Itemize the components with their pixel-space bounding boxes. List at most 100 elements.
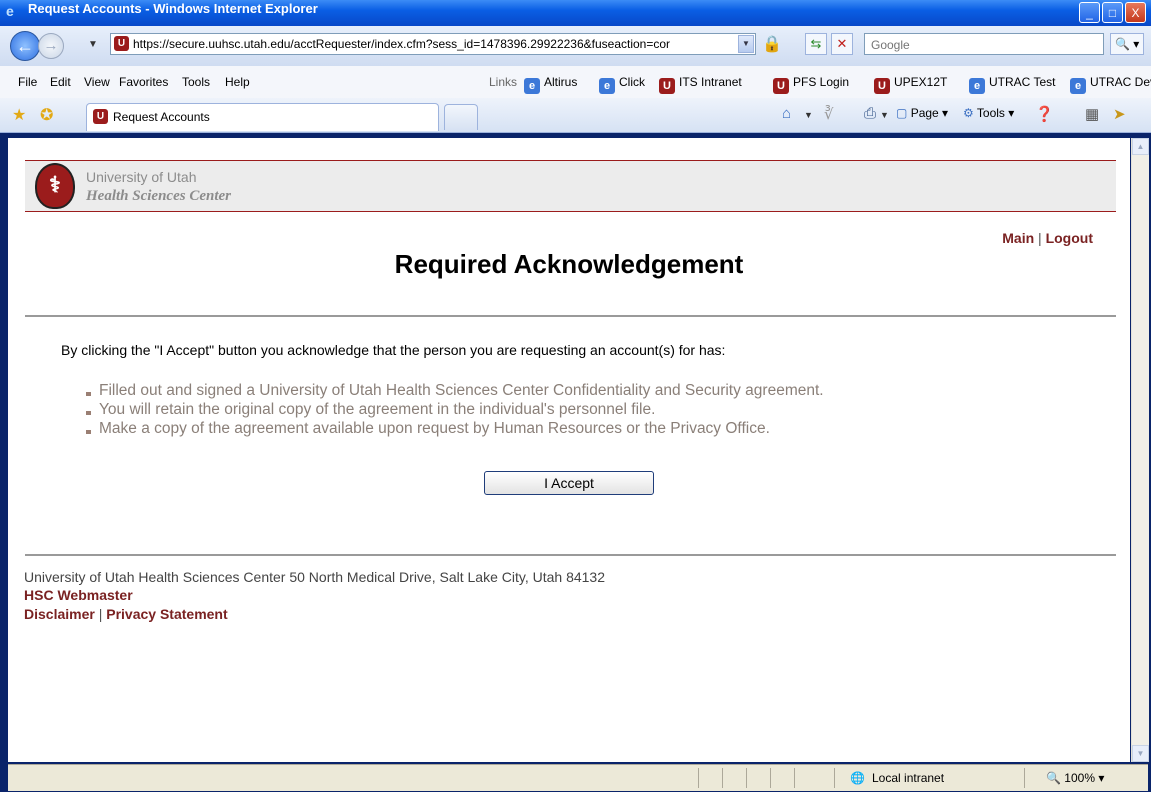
list-item: Make a copy of the agreement available u… bbox=[86, 419, 824, 438]
page-menu[interactable]: ▢ Page ▾ bbox=[896, 106, 948, 120]
search-input[interactable] bbox=[869, 37, 1098, 53]
utah-shield-icon: U bbox=[874, 78, 890, 94]
scroll-up-icon[interactable]: ▲ bbox=[1132, 138, 1149, 155]
address-url[interactable]: https://secure.uuhsc.utah.edu/acctReques… bbox=[133, 37, 737, 51]
feeds-icon[interactable]: ∛ bbox=[824, 105, 834, 123]
intranet-globe-icon: 🌐 bbox=[850, 771, 865, 785]
status-cell bbox=[794, 768, 834, 788]
divider bbox=[25, 315, 1116, 317]
list-item: Filled out and signed a University of Ut… bbox=[86, 381, 824, 400]
tools-menu[interactable]: ⚙ Tools ▾ bbox=[963, 106, 1014, 120]
stop-button[interactable]: ✕ bbox=[831, 33, 853, 55]
menu-tools[interactable]: Tools bbox=[182, 75, 210, 89]
status-cell bbox=[698, 768, 722, 788]
footer-links: Disclaimer | Privacy Statement bbox=[24, 606, 228, 622]
tab-label: Request Accounts bbox=[113, 110, 210, 124]
home-icon[interactable]: ⌂ bbox=[782, 105, 791, 122]
new-tab-button[interactable] bbox=[444, 104, 478, 130]
header-hsc: Health Sciences Center bbox=[86, 188, 231, 204]
nav-separator: | bbox=[1038, 230, 1042, 246]
menu-help[interactable]: Help bbox=[225, 75, 250, 89]
page-icon: ▢ bbox=[896, 106, 908, 120]
link-pfs-login[interactable]: U PFS Login bbox=[773, 75, 849, 94]
forward-button[interactable]: → bbox=[38, 33, 64, 59]
hsc-webmaster-link[interactable]: HSC Webmaster bbox=[24, 587, 133, 603]
ie-page-icon: e bbox=[524, 78, 540, 94]
privacy-statement-link[interactable]: Privacy Statement bbox=[106, 606, 227, 622]
search-button[interactable]: 🔍 ▾ bbox=[1110, 33, 1144, 55]
gear-icon: ⚙ bbox=[963, 106, 974, 120]
link-click[interactable]: e Click bbox=[599, 75, 645, 94]
status-cell bbox=[770, 768, 794, 788]
home-dropdown-icon[interactable]: ▼ bbox=[804, 110, 813, 120]
maximize-button[interactable]: □ bbox=[1102, 2, 1123, 23]
vertical-scrollbar[interactable]: ▲ ▼ bbox=[1131, 138, 1149, 762]
security-zone: Local intranet bbox=[872, 771, 945, 785]
address-dropdown-icon[interactable]: ▼ bbox=[738, 35, 754, 53]
link-altirus[interactable]: e Altirus bbox=[524, 75, 577, 94]
zoom-icon: 🔍 bbox=[1046, 771, 1061, 785]
zoom-level[interactable]: 🔍 100% ▾ bbox=[1046, 771, 1104, 785]
link-utrac-test[interactable]: e UTRAC Test bbox=[969, 75, 1055, 94]
favorites-star-icon[interactable]: ★ bbox=[12, 105, 26, 125]
ie-page-icon: e bbox=[1070, 78, 1086, 94]
page-title: Required Acknowledgement bbox=[394, 249, 744, 279]
link-utrac-dev[interactable]: e UTRAC Dev bbox=[1070, 75, 1151, 94]
utah-shield-icon: U bbox=[659, 78, 675, 94]
ie-logo-icon: e bbox=[6, 3, 14, 19]
history-dropdown-icon[interactable]: ▼ bbox=[88, 39, 98, 50]
refresh-button[interactable]: ⇆ bbox=[805, 33, 827, 55]
links-label: Links bbox=[489, 75, 518, 89]
disclaimer-link[interactable]: Disclaimer bbox=[24, 606, 95, 622]
search-box[interactable] bbox=[864, 33, 1104, 55]
university-seal-icon: ⚕ bbox=[35, 163, 75, 209]
site-header: ⚕ University of Utah Health Sciences Cen… bbox=[25, 160, 1116, 212]
footer-separator: | bbox=[98, 606, 103, 622]
print-icon[interactable]: ⎙ bbox=[864, 105, 876, 122]
add-favorites-icon[interactable]: ✪ bbox=[40, 105, 53, 125]
intro-text: By clicking the "I Accept" button you ac… bbox=[61, 342, 726, 358]
lock-icon[interactable]: 🔒 bbox=[762, 34, 784, 54]
divider bbox=[25, 554, 1116, 556]
help-icon[interactable]: ❓ bbox=[1035, 105, 1054, 123]
window-title: Request Accounts - Windows Internet Expl… bbox=[28, 1, 318, 16]
menu-edit[interactable]: Edit bbox=[50, 75, 71, 89]
footer-address: University of Utah Health Sciences Cente… bbox=[24, 569, 606, 585]
link-upex12t[interactable]: U UPEX12T bbox=[874, 75, 947, 94]
web-page: ⚕ University of Utah Health Sciences Cen… bbox=[8, 138, 1130, 762]
print-dropdown-icon[interactable]: ▼ bbox=[880, 110, 889, 120]
status-cell bbox=[722, 768, 746, 788]
address-toolbar: ← → ▼ U https://secure.uuhsc.utah.edu/ac… bbox=[0, 26, 1151, 66]
menu-and-links-bar: File Edit View Favorites Tools Help Link… bbox=[0, 66, 1151, 99]
menu-view[interactable]: View bbox=[84, 75, 110, 89]
search-icon: 🔍 bbox=[1115, 37, 1130, 51]
site-favicon-icon: U bbox=[93, 109, 108, 124]
close-button[interactable]: X bbox=[1125, 2, 1146, 23]
site-favicon-icon: U bbox=[114, 36, 129, 51]
status-cell bbox=[746, 768, 770, 788]
messenger-icon[interactable]: ➤ bbox=[1113, 105, 1126, 123]
title-bar: e Request Accounts - Windows Internet Ex… bbox=[0, 0, 1151, 26]
main-link[interactable]: Main bbox=[1002, 230, 1034, 246]
acknowledgement-list: Filled out and signed a University of Ut… bbox=[86, 381, 824, 438]
utah-shield-icon: U bbox=[773, 78, 789, 94]
link-its-intranet[interactable]: U ITS Intranet bbox=[659, 75, 742, 94]
tab-and-command-bar: ★ ✪ U Request Accounts ⌂ ▼ ∛ ⎙ ▼ ▢ Page … bbox=[0, 98, 1151, 133]
scroll-down-icon[interactable]: ▼ bbox=[1132, 745, 1149, 762]
menu-favorites[interactable]: Favorites bbox=[119, 75, 168, 89]
top-nav: Main | Logout bbox=[1002, 230, 1093, 246]
status-bar: 🌐 Local intranet 🔍 100% ▾ bbox=[8, 764, 1148, 791]
back-button[interactable]: ← bbox=[10, 31, 40, 61]
ie-page-icon: e bbox=[969, 78, 985, 94]
tab-request-accounts[interactable]: U Request Accounts bbox=[86, 103, 439, 131]
logout-link[interactable]: Logout bbox=[1046, 230, 1093, 246]
minimize-button[interactable]: _ bbox=[1079, 2, 1100, 23]
address-bar[interactable]: U https://secure.uuhsc.utah.edu/acctRequ… bbox=[110, 33, 756, 55]
header-university: University of Utah bbox=[86, 169, 197, 185]
menu-file[interactable]: File bbox=[18, 75, 37, 89]
list-item: You will retain the original copy of the… bbox=[86, 400, 824, 419]
footer-webmaster: HSC Webmaster bbox=[24, 587, 133, 603]
ie-page-icon: e bbox=[599, 78, 615, 94]
i-accept-button[interactable]: I Accept bbox=[484, 471, 654, 495]
research-icon[interactable]: ▦ bbox=[1085, 105, 1099, 123]
